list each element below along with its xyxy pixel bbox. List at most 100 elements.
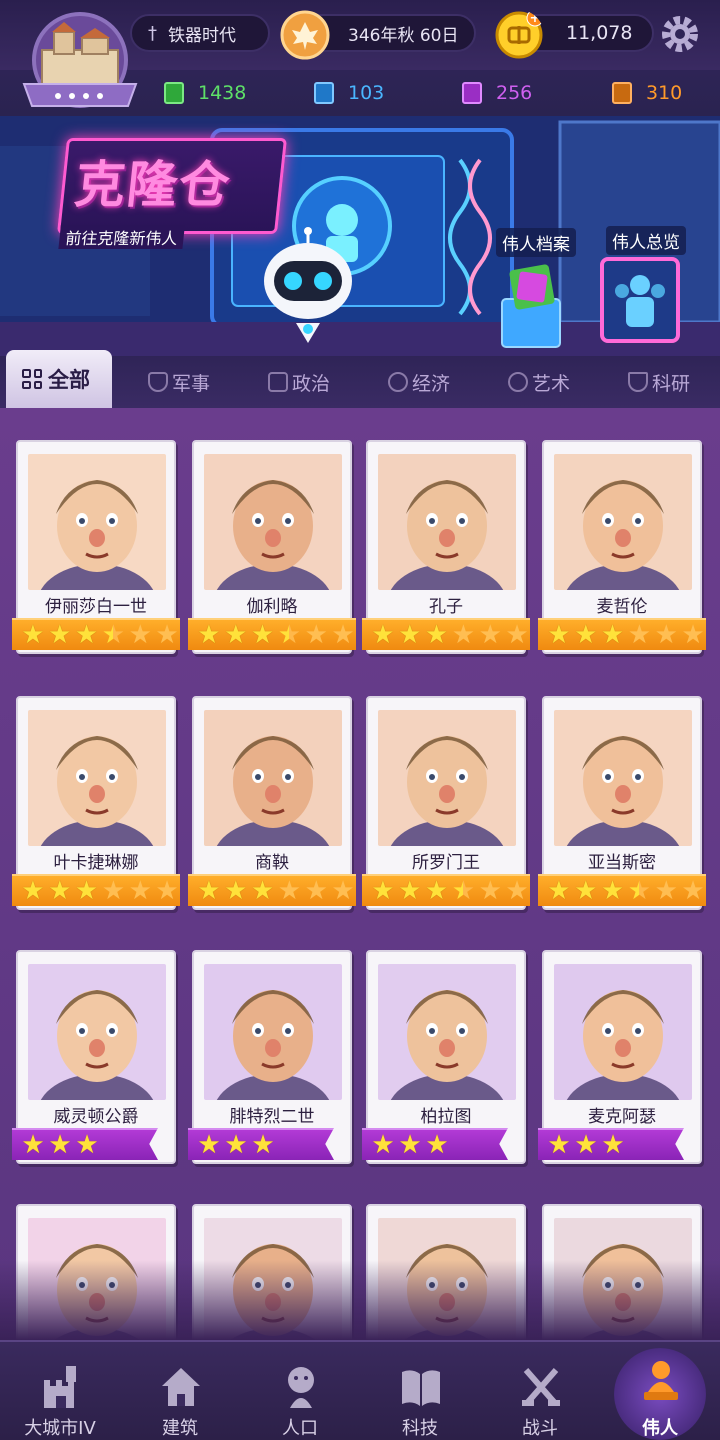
hero-card[interactable]: 伽利略 ★ ★ ★ ★ ★ ★ bbox=[188, 440, 356, 654]
star-rating: ★ ★ ★ ★ ★ ★ bbox=[12, 618, 180, 650]
clone-subtitle[interactable]: 前往克隆新伟人 bbox=[58, 225, 185, 249]
hero-name: 商鞅 bbox=[255, 853, 289, 873]
hero-portrait bbox=[378, 710, 516, 846]
tab-politics[interactable]: 政治 bbox=[268, 368, 330, 396]
hero-card[interactable]: 孔子 ★ ★ ★ ★ ★ ★ bbox=[362, 440, 530, 654]
hero-archive-label[interactable]: 伟人档案 bbox=[496, 228, 576, 257]
bottom-nav: 大城市IV 建筑 人口 科技 战斗 伟人 bbox=[0, 1340, 720, 1440]
tab-label: 科研 bbox=[652, 372, 691, 395]
star-icon: ★ bbox=[224, 1130, 248, 1160]
star-icon: ★ bbox=[128, 876, 152, 906]
svg-text:+: + bbox=[530, 11, 541, 26]
tab-military[interactable]: 军事 bbox=[148, 368, 210, 396]
resource-green[interactable]: 1438 bbox=[164, 80, 246, 106]
gold-amount: 11,078 bbox=[566, 22, 633, 44]
star-icon: ★ bbox=[451, 620, 476, 650]
star-icon: ★ bbox=[197, 1130, 221, 1160]
hero-name: 伽利略 bbox=[246, 597, 298, 617]
star-icon: ★ bbox=[505, 876, 529, 906]
clone-title-sign[interactable]: 克隆仓 前往克隆新伟人 bbox=[56, 138, 288, 249]
gold-pill[interactable]: + 11,078 bbox=[495, 10, 654, 59]
nav-great-people[interactable]: 伟人 bbox=[600, 1342, 720, 1440]
tab-research[interactable]: 科研 bbox=[628, 368, 690, 396]
hero-name: 伊丽莎白一世 bbox=[45, 597, 147, 617]
star-icon: ★ bbox=[224, 876, 248, 906]
star-icon: ★ bbox=[398, 1130, 422, 1160]
star-rating: ★ ★ ★ ★ ★ ★ bbox=[538, 874, 706, 906]
hero-card[interactable]: 商鞅 ★ ★ ★ ★ ★ ★ bbox=[188, 696, 356, 910]
hero-card[interactable]: 威灵顿公爵 ★ ★ ★ bbox=[12, 950, 176, 1164]
game-date: 346年秋 60日 bbox=[348, 25, 459, 46]
hero-card[interactable]: 麦哲伦 ★ ★ ★ ★ ★ ★ bbox=[538, 440, 706, 654]
star-icon: ★ bbox=[331, 620, 355, 650]
star-rating: ★ ★ ★ ★ ★ ★ bbox=[188, 618, 356, 650]
star-icon: ★ bbox=[574, 1130, 598, 1160]
nav-population[interactable]: 人口 bbox=[240, 1342, 360, 1440]
resource-value: 310 bbox=[646, 82, 683, 104]
resource-blue[interactable]: 103 bbox=[314, 80, 384, 106]
coins-icon bbox=[388, 372, 408, 392]
star-icon: ★ bbox=[197, 876, 221, 906]
star-icon: ★ bbox=[601, 1130, 625, 1160]
hero-archive-icon[interactable] bbox=[496, 256, 566, 352]
blue-crate-icon bbox=[314, 82, 334, 104]
tab-economy[interactable]: 经济 bbox=[388, 368, 450, 396]
star-icon: ★ bbox=[398, 876, 422, 906]
hero-portrait bbox=[378, 964, 516, 1100]
star-icon: ★ bbox=[424, 620, 449, 650]
hero-portrait bbox=[554, 964, 692, 1100]
resource-purple[interactable]: 256 bbox=[462, 80, 532, 106]
star-icon: ★ bbox=[505, 620, 529, 650]
nav-buildings[interactable]: 建筑 bbox=[120, 1342, 240, 1440]
hero-name: 腓特烈二世 bbox=[229, 1107, 315, 1127]
star-icon: ★ bbox=[451, 876, 476, 906]
tab-all[interactable]: 全部 bbox=[6, 350, 112, 408]
hero-card[interactable]: 腓特烈二世 ★ ★ ★ bbox=[188, 950, 352, 1164]
star-icon: ★ bbox=[371, 876, 395, 906]
star-icon: ★ bbox=[74, 876, 99, 906]
hero-card[interactable]: 叶卡捷琳娜 ★ ★ ★ ★ ★ ★ bbox=[12, 696, 180, 910]
star-icon: ★ bbox=[547, 876, 571, 906]
hero-overview-label[interactable]: 伟人总览 bbox=[606, 226, 686, 255]
resource-orange[interactable]: 310 bbox=[612, 80, 682, 106]
resource-value: 1438 bbox=[198, 82, 247, 104]
era-pill[interactable]: † 铁器时代 bbox=[130, 14, 270, 52]
star-icon: ★ bbox=[74, 620, 99, 650]
tab-art[interactable]: 艺术 bbox=[508, 368, 570, 396]
hero-card[interactable]: 伊丽莎白一世 ★ ★ ★ ★ ★ ★ bbox=[12, 440, 180, 654]
star-icon: ★ bbox=[48, 620, 72, 650]
nav-label: 大城市IV bbox=[24, 1418, 96, 1439]
hero-portrait bbox=[28, 964, 166, 1100]
hero-portrait bbox=[378, 454, 516, 590]
city-emblem-icon[interactable] bbox=[18, 10, 142, 120]
hero-card[interactable]: 亚当斯密 ★ ★ ★ ★ ★ ★ bbox=[538, 696, 706, 910]
shield-icon bbox=[148, 372, 168, 392]
hero-name: 柏拉图 bbox=[420, 1107, 472, 1127]
hero-card[interactable]: 所罗门王 ★ ★ ★ ★ ★ ★ bbox=[362, 696, 530, 910]
star-icon: ★ bbox=[48, 1130, 72, 1160]
nav-tech[interactable]: 科技 bbox=[360, 1342, 480, 1440]
tab-label: 全部 bbox=[48, 368, 90, 392]
resource-value: 256 bbox=[496, 82, 533, 104]
hero-list[interactable]: 伊丽莎白一世 ★ ★ ★ ★ ★ ★ 伽利略 ★ ★ ★ ★ ★ ★ 孔子 ★ ★ ★ ★ ★ ★ 麦哲伦 ★ ★ ★ ★ ★ ★ 叶卡… bbox=[0, 408, 720, 1340]
book-icon bbox=[402, 1370, 440, 1406]
star-icon: ★ bbox=[250, 620, 275, 650]
star-icon: ★ bbox=[424, 876, 449, 906]
green-crate-icon bbox=[164, 82, 184, 104]
robot-mascot-icon[interactable] bbox=[258, 226, 358, 348]
hero-name: 麦哲伦 bbox=[596, 597, 648, 617]
hero-card[interactable]: 柏拉图 ★ ★ ★ bbox=[362, 950, 526, 1164]
star-icon: ★ bbox=[627, 876, 652, 906]
star-icon: ★ bbox=[21, 620, 45, 650]
orange-crate-icon bbox=[612, 82, 632, 104]
date-pill[interactable]: 346年秋 60日 bbox=[280, 10, 476, 60]
tab-label: 军事 bbox=[172, 372, 211, 395]
hero-name: 威灵顿公爵 bbox=[53, 1107, 139, 1127]
star-icon: ★ bbox=[197, 620, 221, 650]
hero-name: 孔子 bbox=[429, 597, 463, 617]
gear-icon[interactable] bbox=[658, 12, 702, 56]
hero-overview-icon[interactable] bbox=[598, 252, 682, 348]
nav-city[interactable]: 大城市IV bbox=[0, 1342, 120, 1440]
hero-card[interactable]: 麦克阿瑟 ★ ★ ★ bbox=[538, 950, 702, 1164]
nav-battle[interactable]: 战斗 bbox=[480, 1342, 600, 1440]
